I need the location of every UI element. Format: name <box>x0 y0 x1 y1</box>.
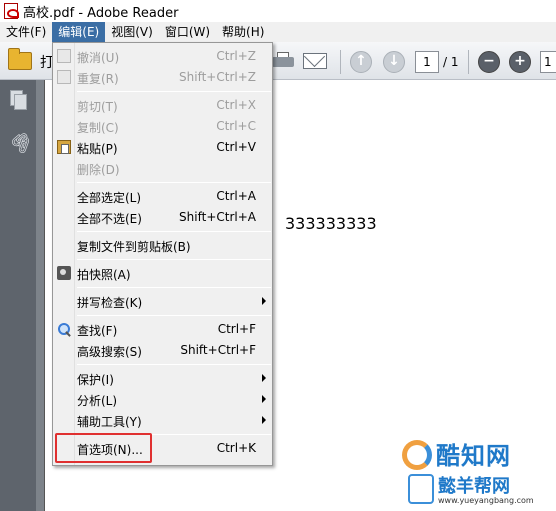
email-icon[interactable] <box>303 53 327 69</box>
submenu-arrow-icon <box>262 416 266 424</box>
menu-item-advanced-search[interactable]: 高级搜索(S) Shift+Ctrl+F <box>53 340 272 361</box>
menu-edit[interactable]: 编辑(E) <box>52 22 106 42</box>
page-number-input[interactable]: 1 <box>415 51 439 73</box>
menu-item-find[interactable]: 查找(F) Ctrl+F <box>53 319 272 340</box>
paperclip-icon[interactable]: 🖇 <box>6 127 37 157</box>
submenu-arrow-icon <box>262 395 266 403</box>
redo-icon <box>57 70 71 84</box>
toolbar-divider <box>468 50 469 74</box>
submenu-arrow-icon <box>262 374 266 382</box>
prev-page-up-arrow-icon[interactable]: ↑ <box>350 51 372 73</box>
menu-item-paste[interactable]: 粘贴(P) Ctrl+V <box>53 137 272 158</box>
clipboard-icon <box>57 140 71 154</box>
preferences-callout-highlight <box>55 433 152 463</box>
watermark-url: www.yueyangbang.com <box>438 496 534 505</box>
watermark-text-secondary: 懿羊帮网 <box>438 476 510 497</box>
menu-bar: 文件(F) 编辑(E) 视图(V) 窗口(W) 帮助(H) <box>0 22 556 42</box>
menu-item-accessibility[interactable]: 辅助工具(Y) <box>53 410 272 431</box>
menu-item-protection[interactable]: 保护(I) <box>53 368 272 389</box>
next-page-down-arrow-icon[interactable]: ↓ <box>383 51 405 73</box>
menu-item-delete[interactable]: 删除(D) <box>53 158 272 179</box>
menu-item-deselect-all[interactable]: 全部不选(E) Shift+Ctrl+A <box>53 207 272 228</box>
menu-item-redo[interactable]: 重复(R) Shift+Ctrl+Z <box>53 67 272 88</box>
camera-icon <box>57 266 71 280</box>
navigation-panel: 🖇 <box>0 80 36 511</box>
submenu-arrow-icon <box>262 297 266 305</box>
menu-view[interactable]: 视图(V) <box>105 22 159 42</box>
window-title: 高校.pdf - Adobe Reader <box>23 5 179 21</box>
menu-item-copy[interactable]: 复制(C) Ctrl+C <box>53 116 272 137</box>
document-text: 333333333 <box>285 214 377 233</box>
menu-item-undo[interactable]: 撤消(U) Ctrl+Z <box>53 46 272 67</box>
menu-item-spell-check[interactable]: 拼写检查(K) <box>53 291 272 312</box>
zoom-in-icon[interactable]: + <box>509 51 531 73</box>
pdf-file-icon <box>4 3 19 19</box>
watermark: 酷知网 懿羊帮网 www.yueyangbang.com <box>398 436 556 511</box>
menu-help[interactable]: 帮助(H) <box>216 22 270 42</box>
open-folder-icon[interactable] <box>8 48 32 70</box>
watermark-wifi-icon <box>408 474 434 504</box>
menu-item-snapshot[interactable]: 拍快照(A) <box>53 263 272 284</box>
undo-icon <box>57 49 71 63</box>
menu-item-analysis[interactable]: 分析(L) <box>53 389 272 410</box>
zoom-input[interactable]: 1 <box>540 51 556 73</box>
pages-icon[interactable] <box>10 90 27 110</box>
page-total: / 1 <box>443 55 459 69</box>
title-bar: 高校.pdf - Adobe Reader <box>0 0 556 22</box>
edit-menu-dropdown: 撤消(U) Ctrl+Z 重复(R) Shift+Ctrl+Z 剪切(T) Ct… <box>52 42 273 466</box>
zoom-out-icon[interactable]: − <box>478 51 500 73</box>
menu-item-select-all[interactable]: 全部选定(L) Ctrl+A <box>53 186 272 207</box>
menu-file[interactable]: 文件(F) <box>0 22 52 42</box>
watermark-text-primary: 酷知网 <box>436 442 511 470</box>
menu-item-copy-file-to-clipboard[interactable]: 复制文件到剪贴板(B) <box>53 235 272 256</box>
toolbar-divider <box>340 50 341 74</box>
menu-item-cut[interactable]: 剪切(T) Ctrl+X <box>53 95 272 116</box>
printer-icon[interactable] <box>272 52 294 70</box>
magnifier-icon <box>57 322 71 336</box>
watermark-logo-icon <box>402 440 432 470</box>
menu-window[interactable]: 窗口(W) <box>159 22 216 42</box>
